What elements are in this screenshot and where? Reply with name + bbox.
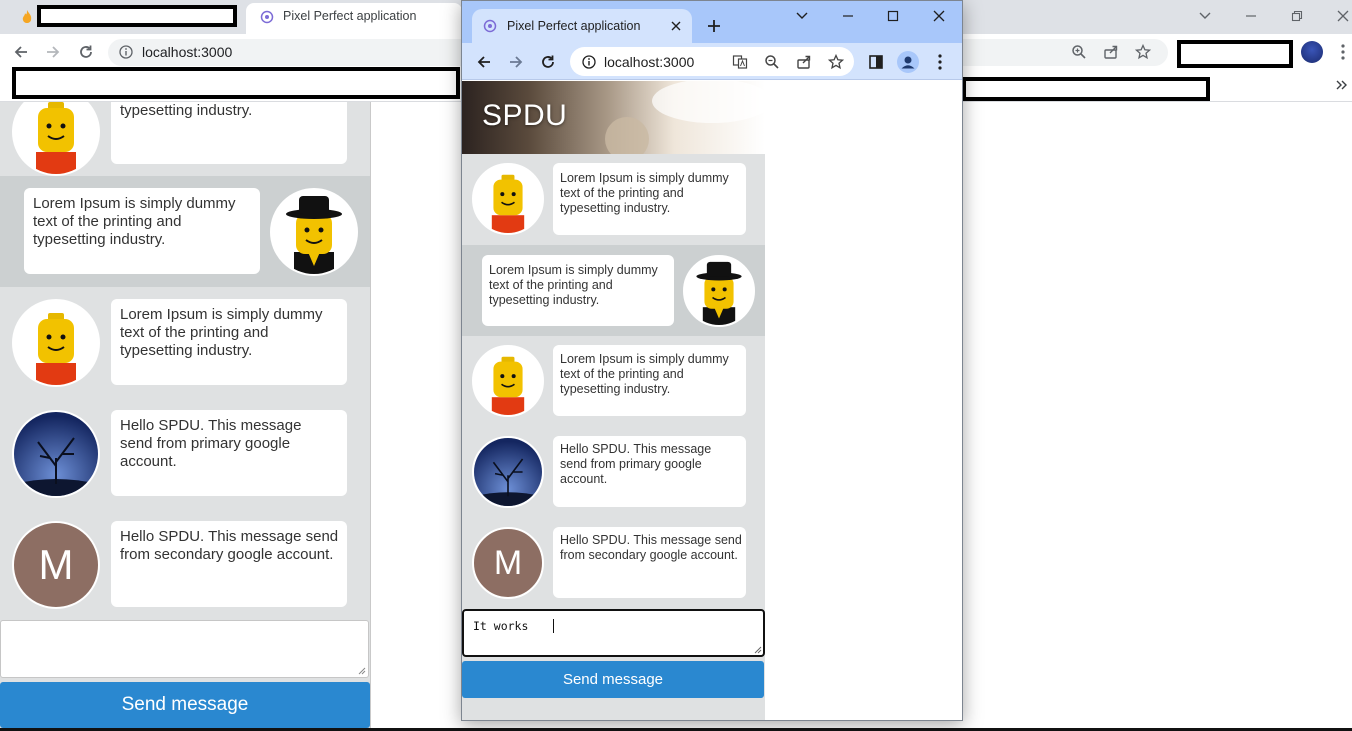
bg-tab-search-icon[interactable]	[1196, 7, 1214, 25]
night-tree-icon	[472, 436, 544, 508]
front-tab-app-icon	[483, 19, 497, 33]
bg-info-icon[interactable]	[117, 43, 135, 61]
bg-message-bubble: Lorem Ipsum is simply dummy text of the …	[24, 188, 260, 274]
bg-favicon-fire-icon	[20, 9, 34, 25]
lego-yellow-icon	[472, 345, 544, 417]
bg-minimize-icon[interactable]	[1240, 5, 1262, 27]
front-info-icon[interactable]	[580, 53, 598, 71]
avatar-initial: M	[493, 543, 523, 582]
front-tab-search-icon[interactable]	[793, 7, 811, 25]
bg-message-row: Hello SPDU. This message send from prima…	[0, 398, 370, 509]
bg-message-bubble: text of the printing and typesetting ind…	[111, 102, 347, 164]
bg-back-icon[interactable]	[11, 42, 31, 62]
front-maximize-icon[interactable]	[882, 5, 904, 27]
front-url-text: localhost:3000	[604, 54, 695, 70]
bg-url-text: localhost:3000	[142, 44, 233, 60]
message-bubble: Hello SPDU. This message send from secon…	[553, 527, 746, 598]
message-row: Hello SPDU. This message send from prima…	[462, 427, 765, 518]
bg-redacted-toolbar	[1177, 40, 1293, 68]
front-bookmark-star-icon[interactable]	[827, 53, 845, 71]
app-title: SPDU	[482, 99, 568, 132]
bg-message-row: M Hello SPDU. This message send from sec…	[0, 509, 370, 620]
front-browser-window: Pixel Perfect application localhost:3000	[461, 0, 963, 721]
message-bubble: Lorem Ipsum is simply dummy text of the …	[482, 255, 674, 326]
bg-message-bubble: Hello SPDU. This message send from prima…	[111, 410, 347, 496]
message-input-value: It works	[473, 619, 529, 633]
bg-tab-title: Pixel Perfect application	[283, 9, 417, 23]
bg-message-text: Lorem Ipsum is simply dummy text of the …	[33, 195, 236, 248]
bg-profile-avatar[interactable]	[1301, 41, 1323, 63]
lego-yellow-icon	[12, 299, 100, 387]
message-row: Lorem Ipsum is simply dummy text of the …	[462, 336, 765, 427]
bg-redacted-tab	[37, 5, 237, 27]
bg-chat-panel: text of the printing and typesetting ind…	[0, 102, 371, 731]
message-row: M Hello SPDU. This message send from sec…	[462, 518, 765, 609]
front-zoom-icon[interactable]	[763, 53, 781, 71]
hero-banner: SPDU	[462, 81, 765, 154]
bg-redacted-bookmarks-left	[12, 67, 460, 99]
bg-bookmark-star-icon[interactable]	[1134, 43, 1152, 61]
bg-tab-app-icon	[260, 10, 274, 24]
bg-redacted-bookmarks-right	[962, 77, 1210, 101]
front-new-tab-icon[interactable]	[705, 17, 723, 35]
front-chat-panel: SPDU Lorem Ipsum is simply dummy text of…	[462, 81, 765, 720]
front-minimize-icon[interactable]	[837, 5, 859, 27]
message-row-right: Lorem Ipsum is simply dummy text of the …	[462, 245, 765, 336]
front-translate-icon[interactable]	[731, 53, 749, 71]
front-tab-close-icon[interactable]	[668, 18, 684, 34]
bg-close-icon[interactable]	[1332, 5, 1352, 27]
bg-restore-icon[interactable]	[1286, 5, 1308, 27]
bg-message-row: text of the printing and typesetting ind…	[0, 102, 370, 176]
message-bubble: Lorem Ipsum is simply dummy text of the …	[553, 163, 746, 235]
message-text: Lorem Ipsum is simply dummy text of the …	[560, 171, 729, 215]
bg-message-input[interactable]	[0, 620, 369, 678]
bg-message-text: Hello SPDU. This message send from prima…	[120, 417, 302, 470]
bg-message-row: Lorem Ipsum is simply dummy text of the …	[0, 287, 370, 398]
letter-m-avatar: M	[472, 527, 544, 599]
lego-yellow-icon	[472, 163, 544, 235]
front-close-icon[interactable]	[928, 5, 950, 27]
send-button[interactable]: Send message	[462, 661, 764, 698]
bg-message-text: Hello SPDU. This message send from secon…	[120, 528, 339, 563]
front-reload-icon[interactable]	[538, 52, 558, 72]
front-tab-title: Pixel Perfect application	[507, 19, 641, 33]
message-row: Lorem Ipsum is simply dummy text of the …	[462, 154, 765, 245]
bg-menu-icon[interactable]	[1334, 42, 1352, 62]
message-text: Lorem Ipsum is simply dummy text of the …	[489, 263, 658, 307]
bg-message-bubble: Hello SPDU. This message send from secon…	[111, 521, 347, 607]
message-text: Hello SPDU. This message send from secon…	[560, 533, 742, 562]
bg-zoom-icon[interactable]	[1070, 43, 1088, 61]
message-text: Hello SPDU. This message send from prima…	[560, 442, 712, 486]
message-bubble: Lorem Ipsum is simply dummy text of the …	[553, 345, 746, 416]
lego-yellow-icon	[12, 102, 100, 176]
front-profile-icon[interactable]	[897, 51, 919, 73]
bg-reload-icon[interactable]	[76, 42, 96, 62]
front-share-icon[interactable]	[795, 53, 813, 71]
text-cursor	[553, 619, 554, 633]
front-back-icon[interactable]	[474, 52, 494, 72]
bg-message-text: text of the printing and typesetting ind…	[120, 102, 253, 119]
lego-hat-icon	[683, 255, 755, 327]
message-bubble: Hello SPDU. This message send from prima…	[553, 436, 746, 507]
bg-bookmarks-overflow-icon[interactable]	[1334, 77, 1350, 93]
bg-forward-icon[interactable]	[43, 42, 63, 62]
front-menu-icon[interactable]	[931, 52, 949, 72]
message-input[interactable]: It works	[462, 609, 765, 657]
front-forward-icon[interactable]	[506, 52, 526, 72]
message-text: Lorem Ipsum is simply dummy text of the …	[560, 352, 729, 396]
front-side-panel-icon[interactable]	[867, 53, 885, 71]
bg-share-icon[interactable]	[1102, 43, 1120, 61]
bg-message-text: Lorem Ipsum is simply dummy text of the …	[120, 306, 323, 359]
letter-m-avatar: M	[12, 521, 100, 609]
bg-message-row-right: Lorem Ipsum is simply dummy text of the …	[0, 176, 370, 287]
night-tree-icon	[12, 410, 100, 498]
lego-hat-icon	[270, 188, 358, 276]
avatar-initial: M	[38, 541, 74, 588]
bg-send-button[interactable]: Send message	[0, 682, 370, 728]
bg-message-bubble: Lorem Ipsum is simply dummy text of the …	[111, 299, 347, 385]
